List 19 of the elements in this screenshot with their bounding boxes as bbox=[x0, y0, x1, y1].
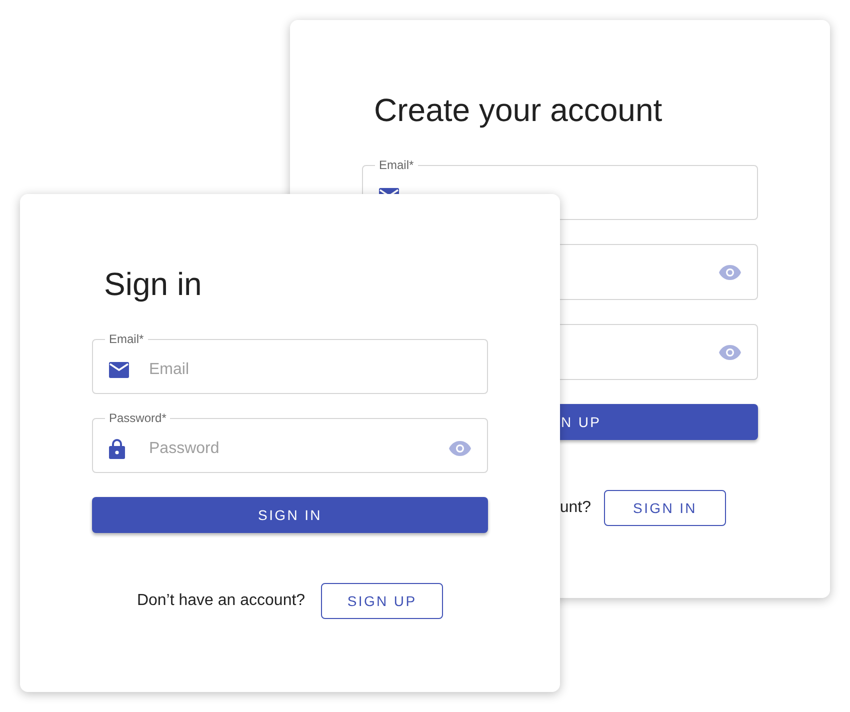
field-label: Email* bbox=[378, 157, 415, 173]
signin-link-button[interactable]: SIGN IN bbox=[604, 490, 726, 526]
card-title: Sign in bbox=[104, 265, 203, 304]
eye-icon[interactable] bbox=[719, 264, 741, 280]
mail-icon bbox=[109, 362, 129, 378]
eye-icon[interactable] bbox=[449, 441, 471, 456]
input-field[interactable]: Email* Email bbox=[92, 331, 488, 394]
field-placeholder[interactable]: Email bbox=[149, 358, 356, 382]
card-title: Create your account bbox=[374, 91, 664, 130]
eye-icon[interactable] bbox=[719, 344, 741, 360]
field-label: Password* bbox=[108, 410, 168, 426]
lock-icon bbox=[109, 438, 125, 459]
input-field[interactable]: Password* Password bbox=[92, 410, 488, 473]
prompt-text: unt? bbox=[560, 498, 591, 518]
signin-button[interactable]: SIGN IN bbox=[92, 497, 488, 533]
prompt-text: Don’t have an account? bbox=[136, 591, 306, 611]
field-placeholder[interactable]: Password bbox=[149, 436, 356, 460]
signup-link-button[interactable]: SIGN UP bbox=[321, 583, 444, 619]
field-label: Email* bbox=[108, 331, 145, 347]
